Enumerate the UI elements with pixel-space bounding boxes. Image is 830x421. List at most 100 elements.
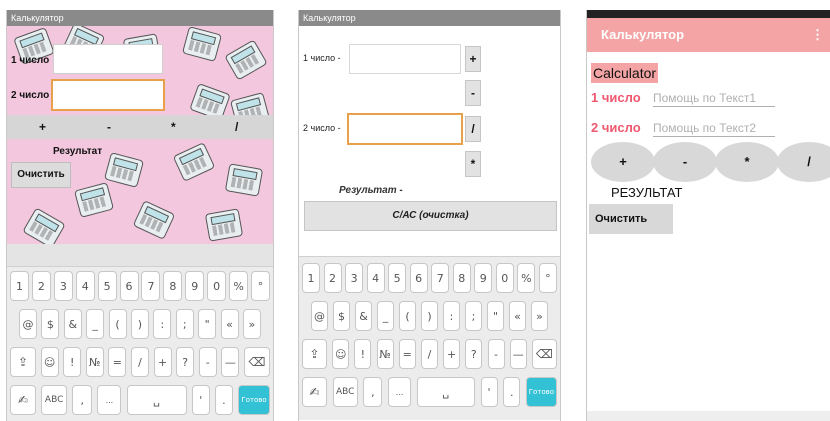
key-4[interactable]: 4 <box>75 271 95 301</box>
multiply-button[interactable]: * <box>171 120 176 134</box>
key-dash[interactable]: — <box>509 339 527 369</box>
key-slash[interactable]: / <box>420 339 438 369</box>
key-ellipsis[interactable]: ... <box>388 377 412 407</box>
key-9[interactable]: 9 <box>185 271 205 301</box>
key-plus[interactable]: + <box>443 339 461 369</box>
clear-button[interactable]: С/АС (очистка) <box>304 201 557 231</box>
add-button[interactable]: + <box>591 142 655 182</box>
key-2[interactable]: 2 <box>323 263 342 293</box>
subtract-button[interactable]: - <box>653 142 717 182</box>
shift-key-icon[interactable]: ⇪ <box>10 347 36 377</box>
number-1-input[interactable]: Помощь по Текст1 <box>653 91 775 107</box>
key-7[interactable]: 7 <box>431 263 450 293</box>
key-5[interactable]: 5 <box>388 263 407 293</box>
subtract-button[interactable]: - <box>107 120 111 134</box>
number-2-input[interactable]: Помощь по Текст2 <box>653 121 775 137</box>
space-key-icon[interactable]: ␣ <box>416 377 475 407</box>
key-9[interactable]: 9 <box>474 263 493 293</box>
key-guillemet-open[interactable]: « <box>509 301 526 331</box>
subtract-button[interactable]: - <box>465 80 481 106</box>
key-8[interactable]: 8 <box>452 263 471 293</box>
add-button[interactable]: + <box>39 120 46 134</box>
clear-button[interactable]: Очистить <box>11 162 71 188</box>
backspace-key-icon[interactable]: ⌫ <box>531 339 557 369</box>
key-dash[interactable]: — <box>221 347 240 377</box>
divide-button[interactable]: / <box>235 120 238 134</box>
key-guillemet-close[interactable]: » <box>242 309 261 339</box>
key-0[interactable]: 0 <box>495 263 514 293</box>
key-at[interactable]: @ <box>311 301 328 331</box>
key-semicolon[interactable]: ; <box>175 309 194 339</box>
key-ampersand[interactable]: & <box>355 301 372 331</box>
abc-key[interactable]: ABC <box>332 377 358 407</box>
key-hyphen[interactable]: - <box>487 339 505 369</box>
key-plus[interactable]: + <box>153 347 172 377</box>
handwriting-key-icon[interactable]: ✍ <box>302 377 327 407</box>
emoji-key-icon[interactable]: ☺ <box>40 347 59 377</box>
key-paren-open[interactable]: ( <box>399 301 416 331</box>
key-8[interactable]: 8 <box>163 271 183 301</box>
key-3[interactable]: 3 <box>53 271 73 301</box>
key-degree[interactable]: ° <box>250 271 270 301</box>
backspace-key-icon[interactable]: ⌫ <box>243 347 270 377</box>
key-0[interactable]: 0 <box>207 271 227 301</box>
key-dollar[interactable]: $ <box>333 301 350 331</box>
key-dollar[interactable]: $ <box>41 309 60 339</box>
handwriting-key-icon[interactable]: ✍ <box>10 385 36 415</box>
multiply-button[interactable]: * <box>465 151 481 177</box>
key-underscore[interactable]: _ <box>377 301 394 331</box>
key-guillemet-close[interactable]: » <box>531 301 548 331</box>
key-1[interactable]: 1 <box>10 271 29 301</box>
key-colon[interactable]: : <box>443 301 460 331</box>
key-5[interactable]: 5 <box>97 271 117 301</box>
done-key[interactable]: Готово <box>237 385 270 415</box>
key-question[interactable]: ? <box>465 339 483 369</box>
key-underscore[interactable]: _ <box>86 309 105 339</box>
number-1-input[interactable] <box>349 44 461 74</box>
key-percent[interactable]: % <box>517 263 536 293</box>
key-period[interactable]: . <box>503 377 521 407</box>
key-6[interactable]: 6 <box>119 271 139 301</box>
done-key[interactable]: Готово <box>525 377 557 407</box>
key-at[interactable]: @ <box>19 309 37 339</box>
key-quote[interactable]: " <box>198 309 217 339</box>
key-apostrophe[interactable]: ' <box>480 377 498 407</box>
clear-button[interactable]: Очистить <box>589 204 673 234</box>
key-exclamation[interactable]: ! <box>354 339 372 369</box>
key-question[interactable]: ? <box>176 347 195 377</box>
key-7[interactable]: 7 <box>141 271 161 301</box>
key-colon[interactable]: : <box>153 309 172 339</box>
key-hyphen[interactable]: - <box>198 347 217 377</box>
key-percent[interactable]: % <box>229 271 249 301</box>
number-1-input[interactable] <box>53 44 163 74</box>
key-2[interactable]: 2 <box>31 271 51 301</box>
key-degree[interactable]: ° <box>538 263 557 293</box>
key-quote[interactable]: " <box>487 301 504 331</box>
key-equals[interactable]: = <box>398 339 416 369</box>
divide-button[interactable]: / <box>465 116 481 142</box>
key-equals[interactable]: = <box>108 347 127 377</box>
emoji-key-icon[interactable]: ☺ <box>332 339 350 369</box>
key-paren-close[interactable]: ) <box>421 301 438 331</box>
divide-button[interactable]: / <box>777 142 830 182</box>
key-comma[interactable]: , <box>363 377 383 407</box>
multiply-button[interactable]: * <box>715 142 779 182</box>
key-apostrophe[interactable]: ' <box>191 385 210 415</box>
key-exclamation[interactable]: ! <box>63 347 82 377</box>
key-semicolon[interactable]: ; <box>465 301 482 331</box>
key-1[interactable]: 1 <box>302 263 320 293</box>
space-key-icon[interactable]: ␣ <box>126 385 187 415</box>
key-period[interactable]: . <box>214 385 233 415</box>
key-paren-open[interactable]: ( <box>108 309 127 339</box>
key-4[interactable]: 4 <box>366 263 385 293</box>
key-paren-close[interactable]: ) <box>130 309 149 339</box>
abc-key[interactable]: ABC <box>41 385 68 415</box>
key-ellipsis[interactable]: ... <box>97 385 122 415</box>
key-guillemet-open[interactable]: « <box>220 309 239 339</box>
shift-key-icon[interactable]: ⇪ <box>302 339 327 369</box>
key-numero[interactable]: № <box>85 347 104 377</box>
key-comma[interactable]: , <box>72 385 93 415</box>
overflow-menu-icon[interactable]: ⋮ <box>811 18 824 52</box>
key-3[interactable]: 3 <box>345 263 364 293</box>
key-6[interactable]: 6 <box>409 263 428 293</box>
